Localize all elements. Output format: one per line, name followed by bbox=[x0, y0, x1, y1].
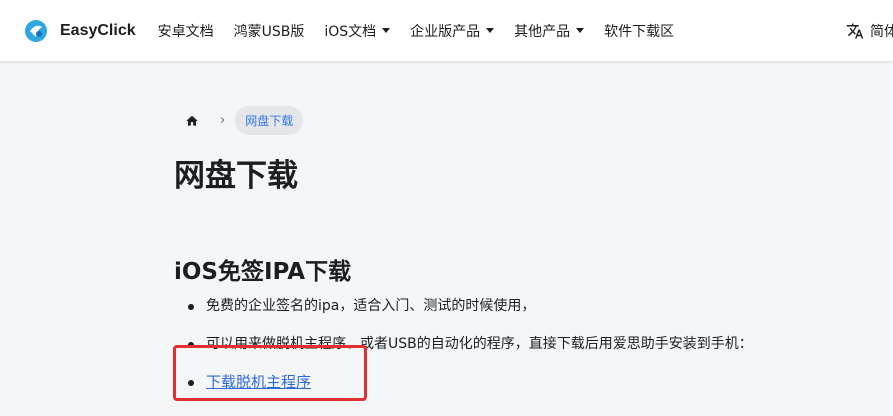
nav-item-label: 安卓文档 bbox=[157, 23, 214, 40]
nav-item-harmony-usb[interactable]: 鸿蒙USB版 bbox=[224, 0, 315, 62]
home-icon bbox=[186, 115, 198, 126]
bullet-list: 免费的企业签名的ipa，适合入门、测试的时候使用， 可以用来做脱机主程序、或者U… bbox=[174, 296, 753, 410]
nav-item-software-download[interactable]: 软件下载区 bbox=[594, 0, 684, 62]
breadcrumb: › 网盘下载 bbox=[174, 106, 304, 135]
nav-item-ios-docs[interactable]: iOS文档 bbox=[314, 0, 400, 62]
caret-down-icon bbox=[486, 28, 495, 33]
caret-down-icon bbox=[576, 28, 585, 33]
list-item: 可以用来做脱机主程序、或者USB的自动化的程序，直接下载后用爱思助手安装到手机： bbox=[174, 334, 753, 372]
breadcrumb-home[interactable] bbox=[178, 107, 206, 135]
caret-down-icon bbox=[382, 28, 391, 33]
breadcrumb-current: 网盘下载 bbox=[235, 106, 304, 135]
breadcrumb-chevron-icon: › bbox=[220, 113, 226, 128]
page-title: 网盘下载 bbox=[174, 158, 298, 194]
nav-item-other-products[interactable]: 其他产品 bbox=[504, 0, 594, 62]
nav-item-label: iOS文档 bbox=[324, 23, 377, 40]
nav-item-android-docs[interactable]: 安卓文档 bbox=[148, 0, 224, 62]
translate-icon bbox=[846, 23, 864, 39]
language-switcher[interactable]: 简体 bbox=[846, 0, 893, 62]
language-label: 简体 bbox=[870, 24, 893, 40]
brand-name: EasyClick bbox=[60, 21, 136, 39]
nav-item-label: 软件下载区 bbox=[604, 23, 675, 40]
easyclick-logo-icon bbox=[25, 19, 47, 42]
nav-item-label: 企业版产品 bbox=[410, 23, 481, 40]
list-item: 免费的企业签名的ipa，适合入门、测试的时候使用， bbox=[174, 296, 753, 334]
section-title: iOS免签IPA下载 bbox=[174, 259, 352, 285]
nav-item-label: 鸿蒙USB版 bbox=[233, 23, 305, 40]
nav-item-enterprise-products[interactable]: 企业版产品 bbox=[400, 0, 504, 62]
list-item-link: 下载脱机主程序 bbox=[174, 372, 753, 410]
download-link[interactable]: 下载脱机主程序 bbox=[206, 373, 311, 391]
nav-item-label: 其他产品 bbox=[514, 23, 571, 40]
navbar: EasyClick 安卓文档 鸿蒙USB版 iOS文档 企业版产品 其他产品 软… bbox=[0, 0, 893, 62]
brand-link[interactable]: EasyClick bbox=[24, 19, 136, 43]
